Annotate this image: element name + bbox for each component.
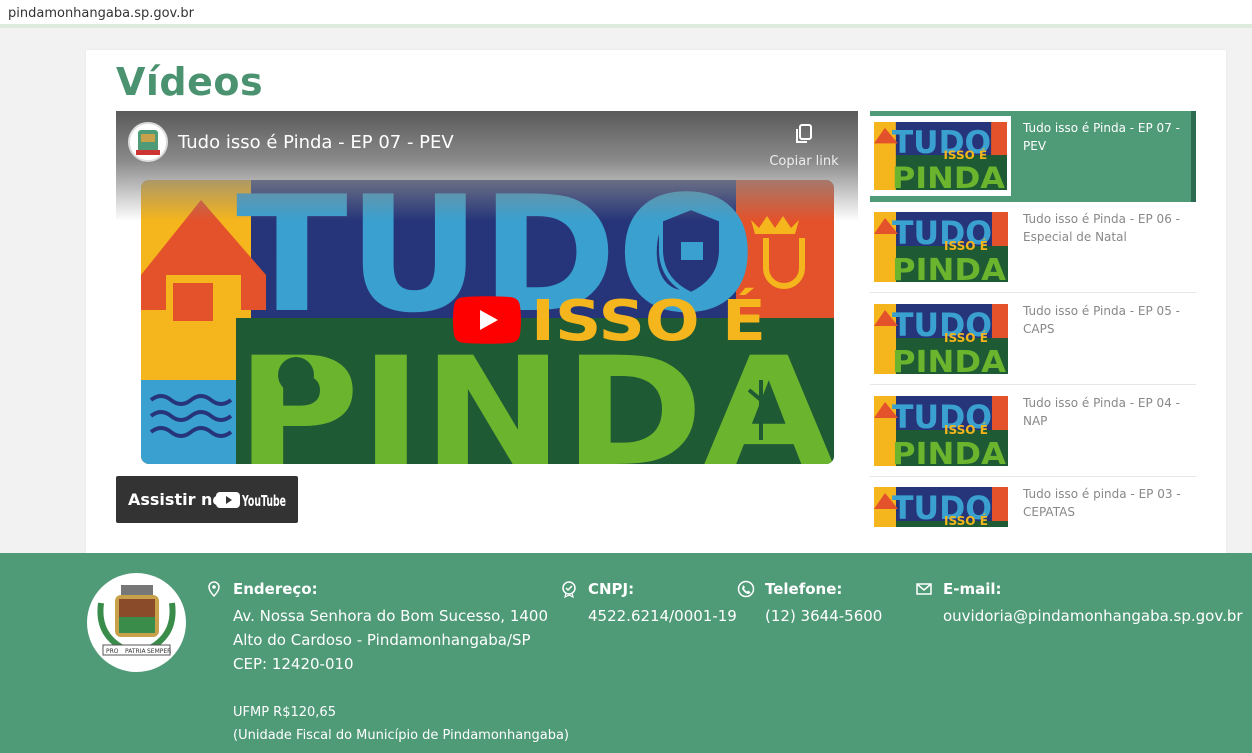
playlist-thumbnail: TUDO ISSO É PINDA xyxy=(874,487,1008,527)
footer-phone: Telefone: (12) 3644-5600 xyxy=(737,580,882,628)
envelope-icon xyxy=(916,583,932,595)
crest-icon xyxy=(136,130,160,155)
thumbnail-word: PINDA xyxy=(892,161,1005,190)
email-value[interactable]: ouvidoria@pindamonhangaba.sp.gov.br xyxy=(943,604,1243,628)
city-crest-logo[interactable]: PRO PATRIA SEMPER xyxy=(87,573,186,672)
playlist-item-title: Tudo isso é pinda - EP 03 - CEPATAS xyxy=(1023,487,1181,519)
thumbnail-art: TUDO ISSO É PINDA xyxy=(874,304,1008,374)
badge-check-icon xyxy=(562,581,576,598)
basketball-icon xyxy=(278,357,314,393)
playlist-thumbnail: TUDO ISSO É PINDA xyxy=(874,396,1008,466)
playlist-item[interactable]: TUDO ISSO É PINDA Tudo isso é Pinda - EP… xyxy=(870,202,1196,293)
videos-card: Vídeos TUDO ISSO É PINDA Tudo isso é Pin… xyxy=(86,50,1226,553)
crest-motto-word: PRO xyxy=(106,648,119,655)
ufmp-info: UFMP R$120,65 (Unidade Fiscal do Municíp… xyxy=(233,701,569,747)
thumbnail-word: PINDA xyxy=(892,345,1007,374)
cnpj-value: 4522.6214/0001-19 xyxy=(588,607,737,625)
footer-address: Endereço: Av. Nossa Senhora do Bom Suces… xyxy=(208,580,549,676)
playlist-item[interactable]: TUDO ISSO É PINDA Tudo isso é Pinda - EP… xyxy=(870,294,1196,385)
footer-cnpj: CNPJ: 4522.6214/0001-19 xyxy=(562,580,737,628)
playlist-thumbnail: TUDO ISSO É PINDA xyxy=(874,304,1008,374)
thumbnail-word: PINDA xyxy=(892,253,1007,282)
playlist-item[interactable]: TUDO ISSO É PINDA Tudo isso é pinda - EP… xyxy=(870,477,1196,527)
thumbnail-word: ISSO É xyxy=(944,422,988,437)
watch-on-youtube-button[interactable]: Assistir no YouTube xyxy=(116,476,298,523)
phone-icon xyxy=(737,580,755,598)
video-player[interactable]: TUDO ISSO É PINDA Tudo isso é Pinda - EP… xyxy=(116,111,858,523)
crest-motto-word: SEMPER xyxy=(147,648,171,655)
playlist-item[interactable]: TUDO ISSO É PINDA Tudo isso é Pinda - EP… xyxy=(870,386,1196,477)
crest-motto-word: PATRIA xyxy=(125,648,146,655)
watch-on-label: Assistir no xyxy=(128,490,224,509)
lock-icon xyxy=(681,242,703,260)
playlist-thumbnail: TUDO ISSO É PINDA xyxy=(870,116,1011,196)
video-title[interactable]: Tudo isso é Pinda - EP 07 - PEV xyxy=(178,132,454,153)
thumbnail-word: ISSO É xyxy=(943,147,987,162)
address-line: Av. Nossa Senhora do Bom Sucesso, 1400 xyxy=(233,607,549,625)
copy-icon xyxy=(796,124,812,143)
footer-email: E-mail: ouvidoria@pindamonhangaba.sp.gov… xyxy=(916,580,1243,628)
video-playlist: TUDO ISSO É PINDA Tudo isso é Pinda - EP… xyxy=(870,111,1196,527)
player-header-overlay xyxy=(116,111,858,221)
page-title: Vídeos xyxy=(116,60,264,104)
thumbnail-art: TUDO ISSO É PINDA xyxy=(874,487,1008,527)
city-crest-icon: PRO PATRIA SEMPER xyxy=(97,585,176,656)
playlist-item-title: Tudo isso é Pinda - EP 04 - NAP xyxy=(1023,396,1180,428)
copy-link-button[interactable]: Copiar link xyxy=(768,123,840,169)
play-button[interactable] xyxy=(453,296,521,344)
thumbnail-word: ISSO É xyxy=(944,330,988,345)
thumbnail-word: PINDA xyxy=(892,437,1007,466)
thumbnail-word: ISSO É xyxy=(944,513,988,527)
address-label: Endereço: xyxy=(233,580,318,598)
ufmp-value: UFMP R$120,65 xyxy=(233,705,336,720)
ufmp-description: (Unidade Fiscal do Município de Pindamon… xyxy=(233,728,569,743)
address-line: Alto do Cardoso - Pindamonhangaba/SP xyxy=(233,631,531,649)
channel-avatar[interactable] xyxy=(128,122,168,162)
location-pin-icon xyxy=(208,581,220,598)
youtube-wordmark: YouTube xyxy=(241,492,286,510)
thumbnail-art: TUDO ISSO É PINDA xyxy=(874,212,1008,282)
thumbnail-art: TUDO ISSO É PINDA xyxy=(874,122,1007,195)
playlist-item[interactable]: TUDO ISSO É PINDA Tudo isso é Pinda - EP… xyxy=(870,111,1196,202)
address-bar[interactable]: pindamonhangaba.sp.gov.br xyxy=(0,0,1252,28)
phone-value[interactable]: (12) 3644-5600 xyxy=(765,604,882,628)
playlist-item-title: Tudo isso é Pinda - EP 07 - PEV xyxy=(1023,121,1180,153)
email-label: E-mail: xyxy=(943,580,1002,598)
copy-link-label: Copiar link xyxy=(769,154,839,169)
playlist-thumbnail: TUDO ISSO É PINDA xyxy=(874,212,1008,282)
playlist-item-title: Tudo isso é Pinda - EP 06 - Especial de … xyxy=(1023,212,1180,244)
thumbnail-art: TUDO ISSO É PINDA xyxy=(874,396,1008,466)
cnpj-label: CNPJ: xyxy=(588,580,635,598)
thumbnail-word-pinda: PINDA xyxy=(236,326,834,464)
site-footer: PRO PATRIA SEMPER Endereço: Av. Nossa Se… xyxy=(0,553,1252,753)
playlist-item-title: Tudo isso é Pinda - EP 05 - CAPS xyxy=(1023,304,1180,336)
address-line: CEP: 12420-010 xyxy=(233,655,354,673)
phone-label: Telefone: xyxy=(765,580,843,598)
youtube-logo-icon: YouTube xyxy=(216,492,286,510)
url-text: pindamonhangaba.sp.gov.br xyxy=(8,6,194,21)
thumbnail-word: ISSO É xyxy=(944,238,988,253)
